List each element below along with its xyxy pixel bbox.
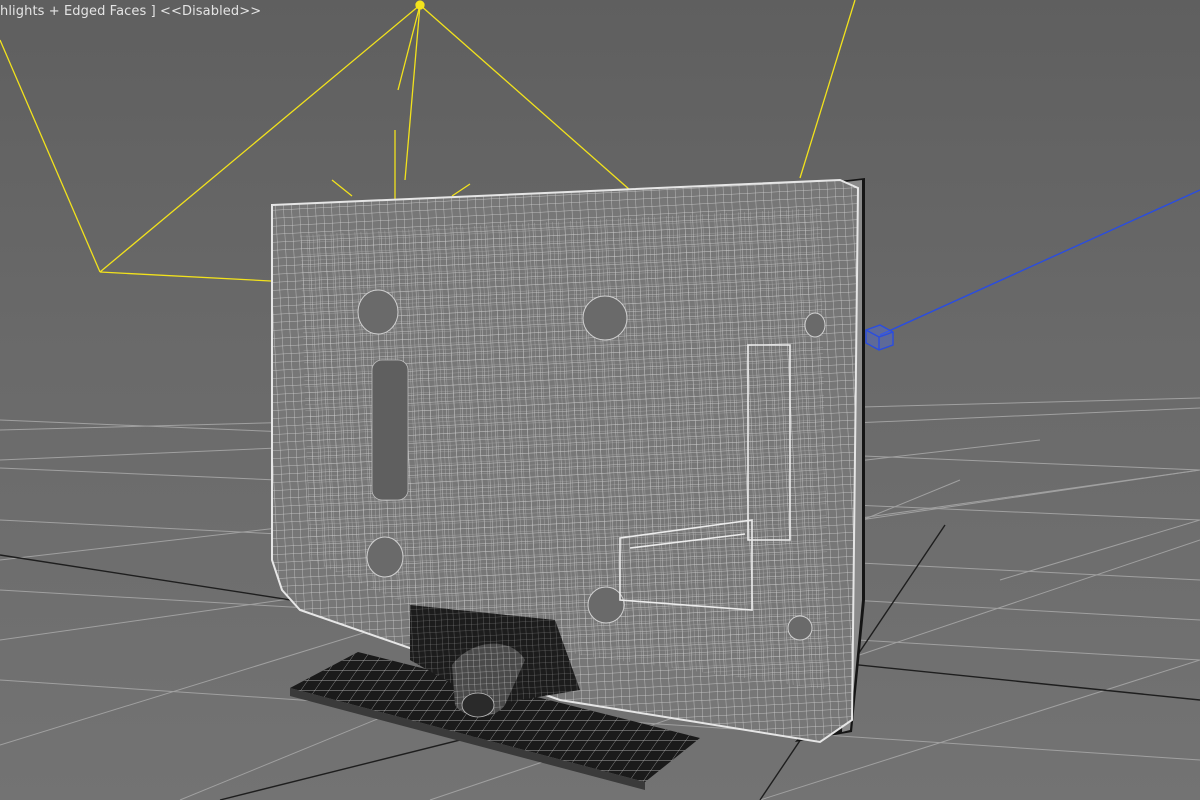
vent-slots <box>371 359 409 501</box>
3d-viewport[interactable]: hlights + Edged Faces ] <<Disabled>> <box>0 0 1200 800</box>
camera-target-line[interactable] <box>865 189 1200 351</box>
viewport-shading-label[interactable]: hlights + Edged Faces ] <<Disabled>> <box>0 4 261 19</box>
scene-canvas[interactable] <box>0 0 1200 800</box>
